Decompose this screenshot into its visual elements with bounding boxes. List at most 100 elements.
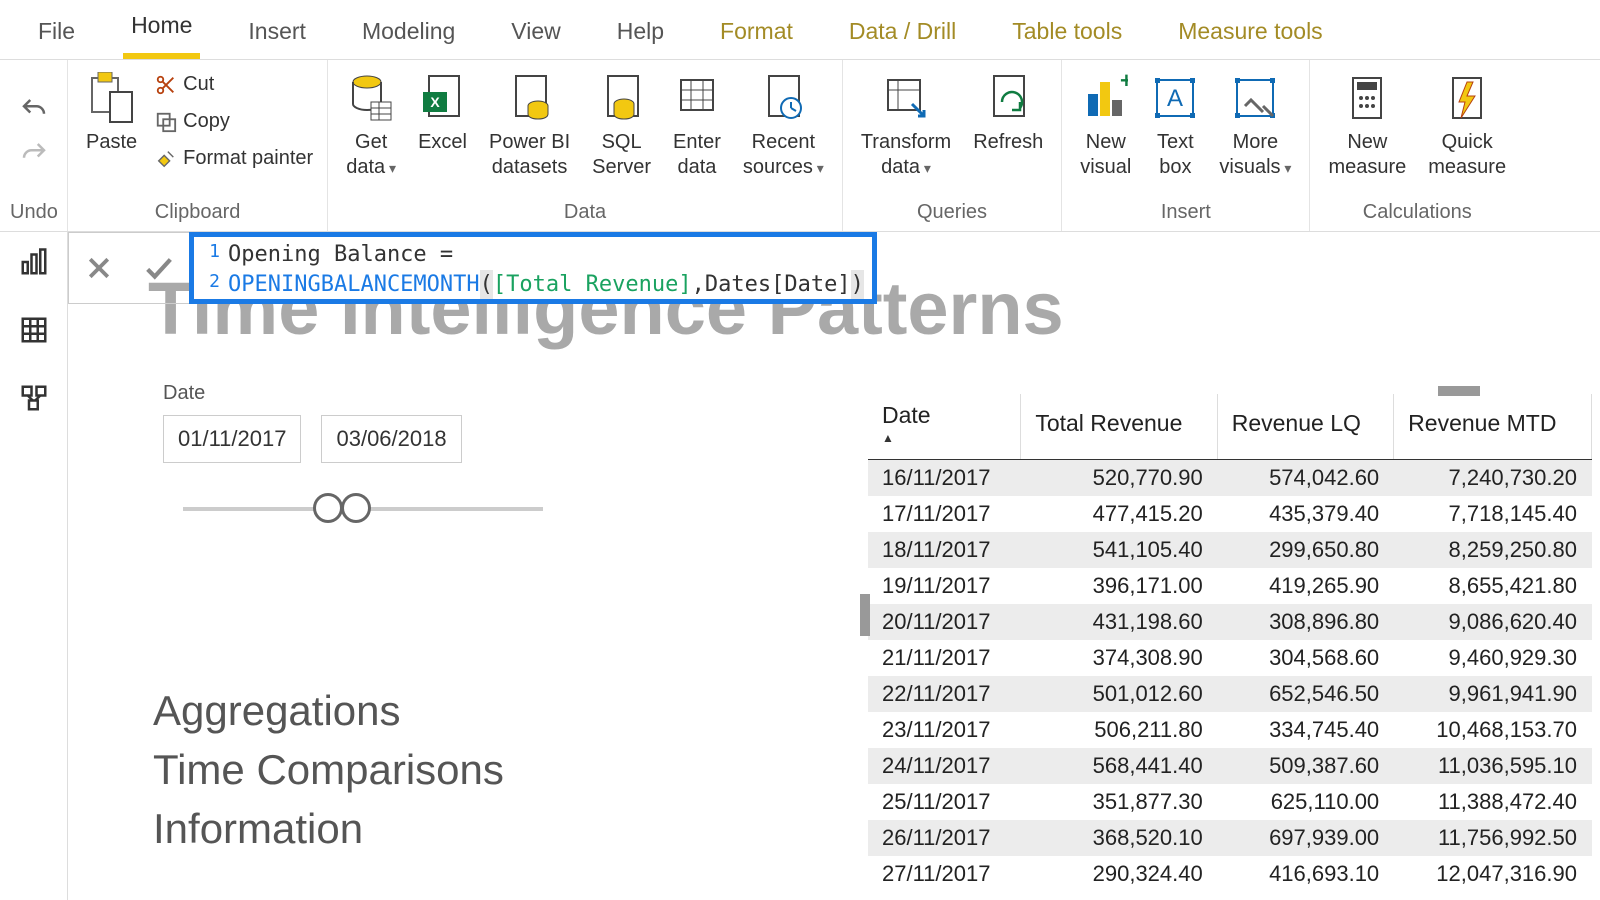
excel-button[interactable]: X Excel (410, 66, 475, 159)
tab-table-tools[interactable]: Table tools (1004, 8, 1130, 59)
get-data-button[interactable]: Get data (338, 66, 404, 184)
cell-mtd: 8,655,421.80 (1394, 568, 1592, 604)
sql-icon (602, 74, 642, 122)
cell-rev: 506,211.80 (1021, 712, 1217, 748)
cell-mtd: 11,756,992.50 (1394, 820, 1592, 856)
table-row[interactable]: 24/11/2017568,441.40509,387.6011,036,595… (868, 748, 1592, 784)
table-row[interactable]: 26/11/2017368,520.10697,939.0011,756,992… (868, 820, 1592, 856)
formula-function: OPENINGBALANCEMONTH (228, 270, 480, 300)
cell-rev: 396,171.00 (1021, 568, 1217, 604)
transform-data-button[interactable]: Transform data (853, 66, 959, 184)
cell-rev: 501,012.60 (1021, 676, 1217, 712)
slider-thumb-to[interactable] (341, 493, 371, 523)
date-slicer[interactable]: Date 01/11/2017 03/06/2018 (163, 382, 563, 529)
quick-measure-button[interactable]: Quick measure (1420, 66, 1514, 184)
format-painter-label: Format painter (183, 147, 313, 170)
tab-view[interactable]: View (503, 8, 568, 59)
copy-button[interactable]: Copy (151, 107, 317, 136)
formula-editor[interactable]: 1 Opening Balance = 2 OPENINGBALANCEMONT… (189, 232, 877, 304)
more-visuals-button[interactable]: More visuals (1211, 66, 1299, 184)
enter-data-label: Enter data (673, 130, 721, 180)
line-number: 2 (198, 270, 220, 300)
resize-handle-left[interactable] (860, 594, 870, 636)
tab-modeling[interactable]: Modeling (354, 8, 463, 59)
heading-information[interactable]: Information (153, 800, 504, 859)
date-slider[interactable] (163, 489, 563, 529)
table-row[interactable]: 21/11/2017374,308.90304,568.609,460,929.… (868, 640, 1592, 676)
data-table-visual[interactable]: Date Total Revenue Revenue LQ Revenue MT… (868, 394, 1592, 892)
tab-file[interactable]: File (30, 8, 83, 59)
heading-time-comparisons[interactable]: Time Comparisons (153, 741, 504, 800)
textbox-icon: A (1153, 74, 1197, 122)
slicer-from-date[interactable]: 01/11/2017 (163, 415, 301, 463)
cell-date: 18/11/2017 (868, 532, 1021, 568)
model-view-button[interactable] (16, 380, 52, 416)
tab-home[interactable]: Home (123, 2, 200, 59)
cell-mtd: 7,718,145.40 (1394, 496, 1592, 532)
table-row[interactable]: 19/11/2017396,171.00419,265.908,655,421.… (868, 568, 1592, 604)
enter-data-button[interactable]: Enter data (665, 66, 729, 184)
report-view-button[interactable] (16, 244, 52, 280)
table-row[interactable]: 23/11/2017506,211.80334,745.4010,468,153… (868, 712, 1592, 748)
col-header-date[interactable]: Date (868, 394, 1021, 460)
paste-button[interactable]: Paste (78, 66, 145, 159)
excel-icon: X (423, 74, 463, 122)
table-row[interactable]: 27/11/2017290,324.40416,693.1012,047,316… (868, 856, 1592, 892)
tab-data-drill[interactable]: Data / Drill (841, 8, 964, 59)
col-header-revenue-mtd[interactable]: Revenue MTD (1394, 394, 1592, 460)
slider-thumb-from[interactable] (313, 493, 343, 523)
cell-rev: 374,308.90 (1021, 640, 1217, 676)
table-row[interactable]: 22/11/2017501,012.60652,546.509,961,941.… (868, 676, 1592, 712)
tab-format[interactable]: Format (712, 8, 801, 59)
tab-insert[interactable]: Insert (240, 8, 314, 59)
col-header-total-revenue[interactable]: Total Revenue (1021, 394, 1217, 460)
table-row[interactable]: 25/11/2017351,877.30625,110.0011,388,472… (868, 784, 1592, 820)
paste-label: Paste (86, 130, 137, 155)
heading-aggregations[interactable]: Aggregations (153, 682, 504, 741)
tab-measure-tools[interactable]: Measure tools (1170, 8, 1330, 59)
table-row[interactable]: 16/11/2017520,770.90574,042.607,240,730.… (868, 460, 1592, 497)
sql-server-button[interactable]: SQL Server (584, 66, 659, 184)
slicer-to-date[interactable]: 03/06/2018 (321, 415, 461, 463)
cell-lq: 299,650.80 (1217, 532, 1393, 568)
resize-handle-top[interactable] (1438, 386, 1480, 396)
text-box-button[interactable]: A Text box (1145, 66, 1205, 184)
transform-icon (884, 74, 928, 122)
calculator-icon (1347, 74, 1387, 122)
paste-icon (88, 72, 136, 124)
cut-button[interactable]: Cut (151, 70, 317, 99)
cell-mtd: 8,259,250.80 (1394, 532, 1592, 568)
table-row[interactable]: 18/11/2017541,105.40299,650.808,259,250.… (868, 532, 1592, 568)
data-view-button[interactable] (16, 312, 52, 348)
table-row[interactable]: 17/11/2017477,415.20435,379.407,718,145.… (868, 496, 1592, 532)
group-label-data: Data (338, 198, 832, 229)
quick-measure-icon (1447, 74, 1487, 122)
tab-help[interactable]: Help (609, 8, 672, 59)
pbi-datasets-icon (510, 74, 550, 122)
recent-sources-button[interactable]: Recent sources (735, 66, 832, 184)
formula-commit-button[interactable] (129, 233, 189, 303)
refresh-button[interactable]: Refresh (965, 66, 1051, 159)
formula-cancel-button[interactable] (69, 233, 129, 303)
report-canvas: Time Intelligence Patterns 1 Opening Bal… (68, 232, 1600, 900)
cell-mtd: 11,036,595.10 (1394, 748, 1592, 784)
pbi-datasets-button[interactable]: Power BI datasets (481, 66, 578, 184)
text-box-label: Text box (1157, 130, 1194, 180)
brush-icon (155, 148, 177, 170)
transform-label: Transform data (861, 130, 951, 180)
cell-lq: 419,265.90 (1217, 568, 1393, 604)
cell-lq: 435,379.40 (1217, 496, 1393, 532)
new-measure-button[interactable]: New measure (1320, 66, 1414, 184)
bookmark-headings: Aggregations Time Comparisons Informatio… (153, 682, 504, 858)
table-row[interactable]: 20/11/2017431,198.60308,896.809,086,620.… (868, 604, 1592, 640)
format-painter-button[interactable]: Format painter (151, 144, 317, 173)
cell-mtd: 9,086,620.40 (1394, 604, 1592, 640)
redo-icon (19, 139, 49, 169)
cell-mtd: 10,468,153.70 (1394, 712, 1592, 748)
redo-button[interactable] (19, 139, 49, 169)
undo-button[interactable] (19, 95, 49, 125)
cell-rev: 520,770.90 (1021, 460, 1217, 497)
col-header-revenue-lq[interactable]: Revenue LQ (1217, 394, 1393, 460)
new-visual-button[interactable]: + New visual (1072, 66, 1139, 184)
database-icon (349, 74, 393, 122)
